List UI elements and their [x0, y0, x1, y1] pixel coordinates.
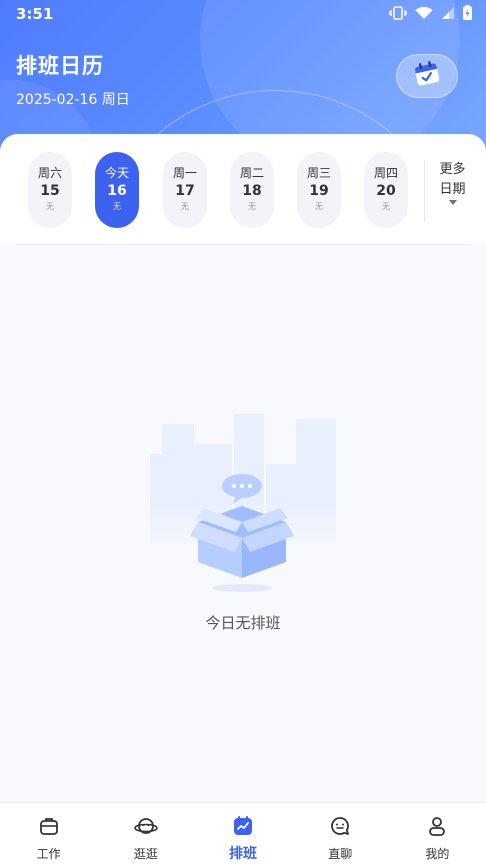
day-name: 今天	[104, 166, 129, 180]
more-dates-label-line2: 日期	[439, 182, 466, 197]
battery-icon	[463, 5, 472, 20]
day-pill-today[interactable]: 今天 16 无	[95, 152, 139, 228]
tab-label: 工作	[36, 847, 61, 861]
day-name: 周三	[306, 166, 331, 180]
day-number: 20	[376, 183, 396, 199]
day-pill-mon[interactable]: 周一 17 无	[163, 152, 207, 228]
chat-icon	[329, 815, 351, 841]
signal-icon	[441, 6, 455, 20]
day-status: 无	[113, 202, 121, 211]
calendar-check-icon	[412, 59, 442, 93]
tab-label: 逛逛	[133, 847, 158, 861]
caret-down-icon	[448, 200, 457, 205]
calendar-button[interactable]	[396, 54, 458, 98]
day-number: 15	[40, 183, 60, 199]
wifi-icon	[415, 6, 433, 20]
planet-icon	[133, 815, 158, 841]
day-status: 无	[248, 202, 256, 211]
day-pill-thu[interactable]: 周四 20 无	[364, 152, 408, 228]
schedule-icon	[232, 815, 254, 841]
week-strip: 周六 15 无 今天 16 无 周一 17 无 周二 18 无 周三 19 无 …	[0, 134, 486, 244]
day-name: 周四	[373, 166, 398, 180]
day-pill-tue[interactable]: 周二 18 无	[230, 152, 274, 228]
empty-state-text: 今日无排班	[205, 614, 281, 632]
tab-label: 排班	[229, 846, 257, 862]
day-status: 无	[315, 202, 323, 211]
tab-label: 直聊	[328, 847, 353, 861]
status-bar: 3:51	[0, 0, 486, 28]
page-title: 排班日历	[16, 54, 104, 78]
bottom-tab-bar: 工作 逛逛 排班 直聊 我的	[0, 802, 486, 864]
vibrate-icon	[389, 5, 407, 20]
schedule-card: 周六 15 无 今天 16 无 周一 17 无 周二 18 无 周三 19 无 …	[0, 134, 486, 802]
divider	[16, 244, 470, 245]
day-pill-sat[interactable]: 周六 15 无	[28, 152, 72, 228]
day-number: 17	[175, 183, 195, 199]
day-number: 18	[242, 183, 262, 199]
tab-label: 我的	[425, 847, 450, 861]
empty-box-illustration	[148, 414, 338, 594]
day-number: 19	[309, 183, 329, 199]
day-status: 无	[46, 202, 54, 211]
day-number: 16	[107, 183, 127, 199]
tab-explore[interactable]: 逛逛	[97, 803, 194, 864]
tab-work[interactable]: 工作	[0, 803, 97, 864]
tab-chat[interactable]: 直聊	[292, 803, 389, 864]
current-date: 2025-02-16 周日	[16, 92, 130, 108]
day-status: 无	[382, 202, 390, 211]
more-dates-button[interactable]: 更多 日期	[424, 160, 476, 222]
more-dates-label-line1: 更多	[439, 162, 466, 177]
tab-mine[interactable]: 我的	[389, 803, 486, 864]
day-status: 无	[181, 202, 189, 211]
briefcase-icon	[38, 815, 60, 841]
day-name: 周六	[37, 166, 62, 180]
status-icons	[389, 5, 472, 20]
day-name: 周二	[239, 166, 264, 180]
status-time: 3:51	[16, 5, 54, 23]
day-name: 周一	[172, 166, 197, 180]
tab-schedule[interactable]: 排班	[194, 803, 291, 864]
day-pill-wed[interactable]: 周三 19 无	[297, 152, 341, 228]
user-icon	[426, 815, 448, 841]
